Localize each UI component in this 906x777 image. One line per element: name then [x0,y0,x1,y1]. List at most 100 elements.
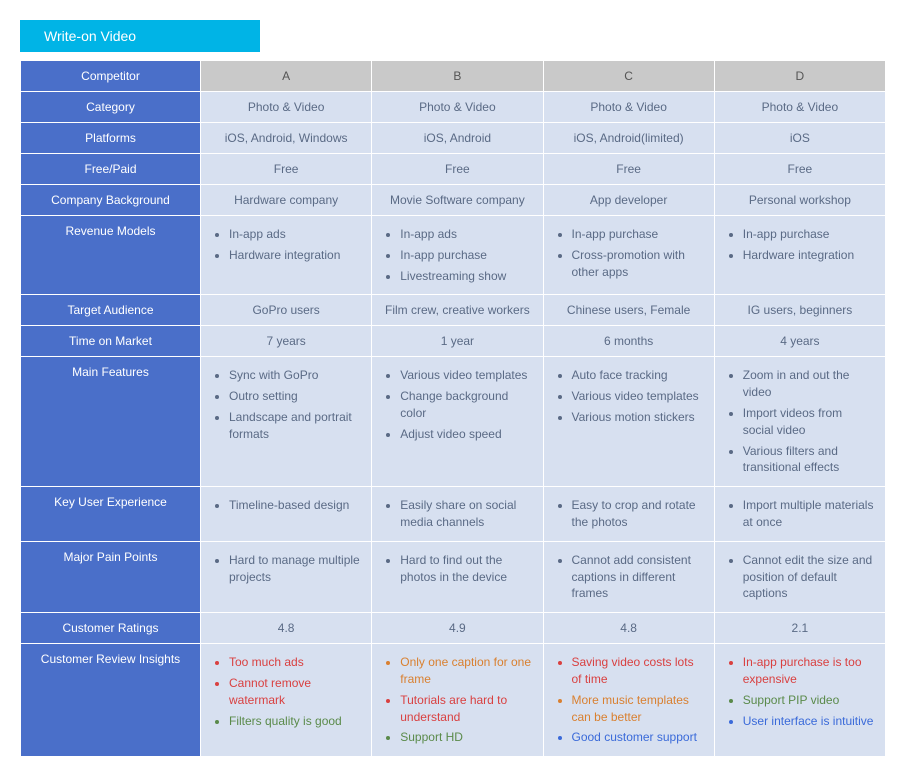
row-header: Free/Paid [21,154,201,185]
row-insights: Customer Review Insights Too much adsCan… [21,644,886,757]
list-item: Good customer support [572,727,704,748]
row-header: Category [21,92,201,123]
cell: Photo & Video [201,92,372,123]
cell: Personal workshop [714,185,885,216]
cell: Timeline-based design [201,487,372,542]
cell: Photo & Video [372,92,543,123]
list-item: In-app purchase [572,224,704,245]
list-item: Zoom in and out the video [743,365,875,403]
cell: Easy to crop and rotate the photos [543,487,714,542]
cell: 1 year [372,326,543,357]
list-item: In-app purchase [743,224,875,245]
cell: Hard to manage multiple projects [201,541,372,612]
cell: Zoom in and out the videoImport videos f… [714,357,885,487]
cell: GoPro users [201,295,372,326]
cell: Saving video costs lots of timeMore musi… [543,644,714,757]
list-item: Cannot remove watermark [229,673,361,711]
list-item: Easily share on social media channels [400,495,532,533]
row-header: Main Features [21,357,201,487]
cell: In-app purchaseCross-promotion with othe… [543,216,714,295]
cell: 4.8 [201,613,372,644]
list-item: Adjust video speed [400,424,532,445]
row-revenue: Revenue Models In-app adsHardware integr… [21,216,886,295]
list-item: Easy to crop and rotate the photos [572,495,704,533]
row-audience: Target Audience GoPro users Film crew, c… [21,295,886,326]
col-header-c: C [543,61,714,92]
row-header: Platforms [21,123,201,154]
list-item: Import multiple materials at once [743,495,875,533]
list-item: In-app purchase [400,245,532,266]
cell: Free [201,154,372,185]
list-item: Landscape and portrait formats [229,407,361,445]
list-item: Various motion stickers [572,407,704,428]
list-item: Support HD [400,727,532,748]
row-timeon: Time on Market 7 years 1 year 6 months 4… [21,326,886,357]
list-item: Filters quality is good [229,711,361,732]
list-item: Hard to find out the photos in the devic… [400,550,532,588]
row-header: Customer Review Insights [21,644,201,757]
list-item: In-app ads [400,224,532,245]
row-header: Company Background [21,185,201,216]
list-item: User interface is intuitive [743,711,875,732]
list-item: Cannot edit the size and position of def… [743,550,875,604]
list-item: Auto face tracking [572,365,704,386]
list-item: Change background color [400,386,532,424]
comparison-table: Competitor A B C D Category Photo & Vide… [20,60,886,757]
cell: Photo & Video [714,92,885,123]
cell: Chinese users, Female [543,295,714,326]
cell: Free [372,154,543,185]
row-companybg: Company Background Hardware company Movi… [21,185,886,216]
cell: iOS, Android(limited) [543,123,714,154]
list-item: Livestreaming show [400,266,532,287]
cell: 4.9 [372,613,543,644]
row-pain: Major Pain Points Hard to manage multipl… [21,541,886,612]
cell: Auto face trackingVarious video template… [543,357,714,487]
row-header: Time on Market [21,326,201,357]
cell: Movie Software company [372,185,543,216]
cell: Free [714,154,885,185]
cell: 6 months [543,326,714,357]
cell: iOS, Android [372,123,543,154]
list-item: Only one caption for one frame [400,652,532,690]
cell: Cannot add consistent captions in differ… [543,541,714,612]
cell: In-app purchase is too expensiveSupport … [714,644,885,757]
row-header: Major Pain Points [21,541,201,612]
cell: Film crew, creative workers [372,295,543,326]
cell: Sync with GoProOutro settingLandscape an… [201,357,372,487]
row-header: Revenue Models [21,216,201,295]
list-item: Tutorials are hard to understand [400,690,532,728]
list-item: Various filters and transitional effects [743,441,875,479]
row-ratings: Customer Ratings 4.8 4.9 4.8 2.1 [21,613,886,644]
list-item: Cannot add consistent captions in differ… [572,550,704,604]
list-item: Hardware integration [743,245,875,266]
row-platforms: Platforms iOS, Android, Windows iOS, And… [21,123,886,154]
cell: 4 years [714,326,885,357]
row-header: Customer Ratings [21,613,201,644]
list-item: Outro setting [229,386,361,407]
header-row: Competitor A B C D [21,61,886,92]
row-header-competitor: Competitor [21,61,201,92]
cell: Photo & Video [543,92,714,123]
list-item: In-app ads [229,224,361,245]
cell: iOS [714,123,885,154]
cell: In-app adsHardware integration [201,216,372,295]
cell: Too much adsCannot remove watermarkFilte… [201,644,372,757]
list-item: Hard to manage multiple projects [229,550,361,588]
list-item: Various video templates [572,386,704,407]
cell: In-app purchaseHardware integration [714,216,885,295]
cell: Import multiple materials at once [714,487,885,542]
list-item: Various video templates [400,365,532,386]
list-item: More music templates can be better [572,690,704,728]
list-item: In-app purchase is too expensive [743,652,875,690]
cell: Hard to find out the photos in the devic… [372,541,543,612]
list-item: Sync with GoPro [229,365,361,386]
list-item: Import videos from social video [743,403,875,441]
cell: In-app adsIn-app purchaseLivestreaming s… [372,216,543,295]
col-header-a: A [201,61,372,92]
list-item: Timeline-based design [229,495,361,516]
cell: 4.8 [543,613,714,644]
row-category: Category Photo & Video Photo & Video Pho… [21,92,886,123]
cell: Cannot edit the size and position of def… [714,541,885,612]
col-header-d: D [714,61,885,92]
row-features: Main Features Sync with GoProOutro setti… [21,357,886,487]
